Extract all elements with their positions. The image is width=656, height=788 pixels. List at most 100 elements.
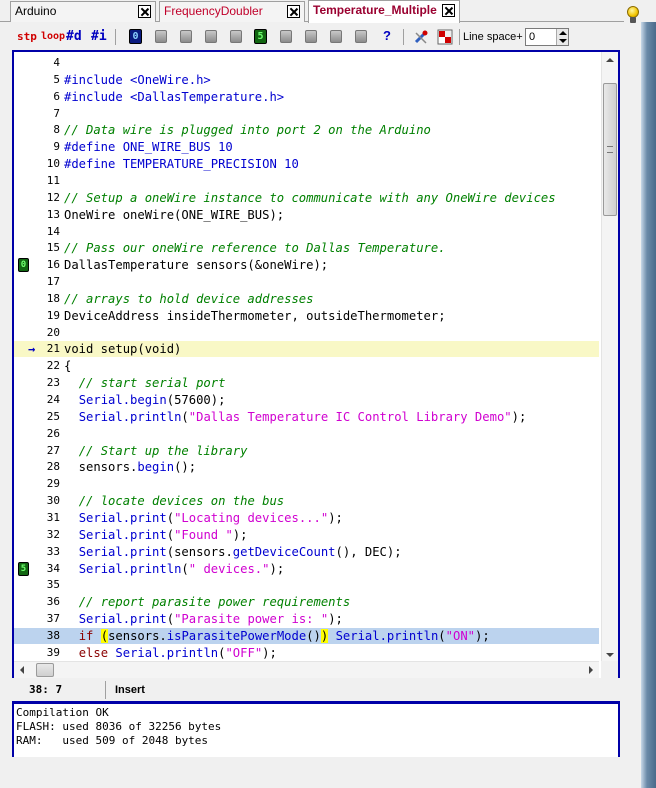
- gray-bookmark-icon[interactable]: [155, 30, 167, 43]
- code-line[interactable]: 28 sensors.begin();: [14, 459, 599, 475]
- stp-button[interactable]: stp: [17, 28, 37, 46]
- code-token: Serial.print: [78, 527, 167, 542]
- code-line[interactable]: 19 DeviceAddress insideThermometer, outsi…: [14, 308, 599, 324]
- code-line[interactable]: 27 // Start up the library: [14, 443, 599, 459]
- code-line[interactable]: 13 OneWire oneWire(ONE_WIRE_BUS);: [14, 207, 599, 223]
- code-line[interactable]: 33 Serial.print(sensors.getDeviceCount()…: [14, 544, 599, 560]
- line-number: 27: [46, 443, 60, 457]
- code-token: "Dallas Temperature IC Control Library D…: [188, 409, 512, 424]
- code-line[interactable]: 17: [14, 274, 599, 290]
- code-line[interactable]: 39 else Serial.println("OFF");: [14, 645, 599, 661]
- code-line[interactable]: 36 // report parasite power requirements: [14, 594, 599, 610]
- tab-frequencydoubler[interactable]: FrequencyDoubler: [159, 1, 305, 22]
- code-line[interactable]: 15 // Pass our oneWire reference to Dalla…: [14, 240, 599, 256]
- code-text: OneWire oneWire(ONE_WIRE_BUS);: [64, 207, 284, 223]
- code-line[interactable]: 10 #define TEMPERATURE_PRECISION 10: [14, 156, 599, 172]
- code-line[interactable]: 8 // Data wire is plugged into port 2 on …: [14, 122, 599, 138]
- line-number: 15: [46, 241, 60, 255]
- code-line[interactable]: 29: [14, 476, 599, 492]
- code-line[interactable]: 35: [14, 577, 599, 593]
- code-line[interactable]: 5 34 Serial.println(" devices.");: [14, 561, 599, 577]
- code-line[interactable]: 22 {: [14, 358, 599, 374]
- line-number: 30: [46, 494, 60, 508]
- scroll-right-icon[interactable]: [582, 662, 599, 679]
- line-space-stepper[interactable]: 0: [525, 28, 569, 46]
- close-icon[interactable]: [138, 5, 151, 18]
- close-icon[interactable]: [287, 5, 300, 18]
- gray-bookmark-icon[interactable]: [305, 30, 317, 43]
- include-button[interactable]: #i: [91, 28, 107, 46]
- spin-up-icon[interactable]: [556, 29, 568, 45]
- code-line[interactable]: 23 // start serial port: [14, 375, 599, 391]
- line-number: 18: [46, 291, 60, 305]
- gray-bookmark-icon[interactable]: [280, 30, 292, 43]
- bookmark-5-button[interactable]: 5: [254, 29, 267, 44]
- code-line[interactable]: 4: [14, 55, 599, 71]
- code-line[interactable]: 18 // arrays to hold device addresses: [14, 291, 599, 307]
- scroll-up-icon[interactable]: [602, 52, 619, 69]
- code-line[interactable]: 25 Serial.println("Dallas Temperature IC…: [14, 409, 599, 425]
- vertical-scrollbar[interactable]: [601, 52, 618, 663]
- window-bottom: [0, 757, 656, 788]
- wrench-icon[interactable]: [413, 29, 429, 47]
- code-line[interactable]: 38 if (sensors.isParasitePowerMode()) Se…: [14, 627, 599, 644]
- cursor-position: 38: 7: [12, 681, 106, 699]
- code-text: sensors.begin();: [64, 459, 196, 475]
- code-line[interactable]: 32 Serial.print("Found ");: [14, 527, 599, 543]
- line-number: 14: [46, 224, 60, 238]
- code-token: (: [166, 527, 175, 542]
- code-line[interactable]: 12 // Setup a oneWire instance to communi…: [14, 190, 599, 206]
- scroll-thumb[interactable]: [603, 83, 617, 216]
- horizontal-scrollbar[interactable]: [14, 661, 599, 678]
- code-text: else Serial.println("OFF");: [64, 645, 277, 661]
- code-line[interactable]: 26: [14, 426, 599, 442]
- code-line[interactable]: 20: [14, 325, 599, 341]
- code-token: "Locating devices...": [174, 510, 329, 525]
- define-button[interactable]: #d: [66, 28, 82, 46]
- code-line[interactable]: 14: [14, 224, 599, 240]
- code-line[interactable]: 5 #include <OneWire.h>: [14, 72, 599, 88]
- code-text: Serial.println(" devices.");: [64, 561, 284, 577]
- bookmark-0-button[interactable]: 0: [129, 29, 142, 44]
- line-number: 4: [53, 56, 60, 69]
- code-token: );: [269, 561, 285, 576]
- code-line[interactable]: 37 Serial.print("Parasite power is: ");: [14, 611, 599, 627]
- output-panel[interactable]: Compilation OK FLASH: used 8036 of 32256 …: [12, 701, 620, 757]
- palette-icon[interactable]: [437, 29, 453, 47]
- code-line[interactable]: 11: [14, 173, 599, 189]
- tab-arduino[interactable]: Arduino: [10, 1, 156, 22]
- gray-bookmark-icon[interactable]: [355, 30, 367, 43]
- close-icon[interactable]: [442, 4, 455, 17]
- gray-bookmark-icon[interactable]: [180, 30, 192, 43]
- code-token: (: [181, 409, 189, 424]
- code-line[interactable]: 31 Serial.print("Locating devices...");: [14, 510, 599, 526]
- line-number: 17: [46, 275, 60, 289]
- tab-bar: Arduino FrequencyDoubler Temperature_Mul…: [0, 0, 624, 23]
- gray-bookmark-icon[interactable]: [330, 30, 342, 43]
- loop-button[interactable]: loop: [41, 28, 65, 46]
- tab-temperature-multiple[interactable]: Temperature_Multiple: [308, 0, 460, 23]
- code-line[interactable]: 24 Serial.begin(57600);: [14, 392, 599, 408]
- code-text: if (sensors.isParasitePowerMode()) Seria…: [64, 628, 490, 644]
- gray-bookmark-icon[interactable]: [205, 30, 217, 43]
- help-icon[interactable]: ?: [383, 28, 391, 46]
- code-line[interactable]: 9 #define ONE_WIRE_BUS 10: [14, 139, 599, 155]
- code-line[interactable]: 6 #include <DallasTemperature.h>: [14, 89, 599, 105]
- code-token: // report parasite power requirements: [78, 595, 351, 610]
- line-number: 8: [53, 123, 60, 137]
- code-text: #define ONE_WIRE_BUS 10: [64, 139, 233, 155]
- code-token: (: [438, 628, 446, 643]
- lightbulb-icon[interactable]: [626, 6, 640, 24]
- code-editor[interactable]: 4 5 #include <OneWire.h> 6 #include <DallasT…: [14, 52, 599, 663]
- code-line[interactable]: 7: [14, 106, 599, 122]
- code-line[interactable]: 0 16 DallasTemperature sensors(&oneWire);: [14, 257, 599, 273]
- code-line[interactable]: 30 // locate devices on the bus: [14, 493, 599, 509]
- code-text: // Setup a oneWire instance to communica…: [64, 190, 556, 206]
- code-line[interactable]: → 21 void setup(void): [14, 341, 599, 358]
- scrollbar-corner: [601, 661, 618, 678]
- scroll-thumb[interactable]: [36, 663, 54, 677]
- scroll-left-icon[interactable]: [14, 662, 31, 679]
- gray-bookmark-icon[interactable]: [230, 30, 242, 43]
